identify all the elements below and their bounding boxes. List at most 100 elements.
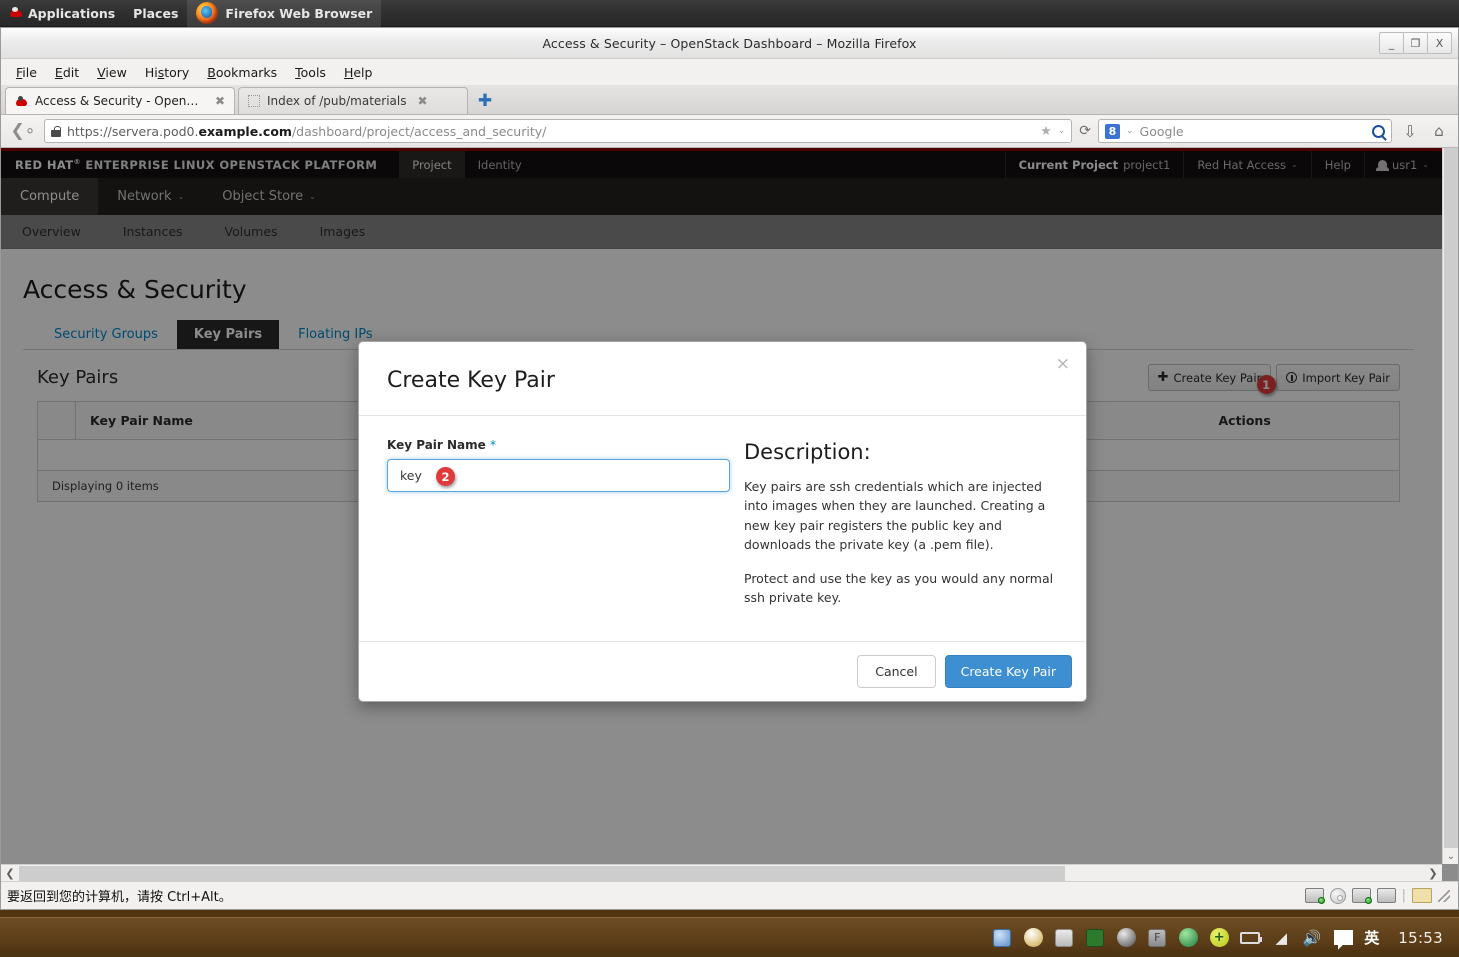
browser-tab-1[interactable]: Index of /pub/materials ✖	[238, 87, 468, 114]
applications-menu-label: Applications	[28, 5, 116, 21]
scroll-left-icon[interactable]: ❮	[1, 867, 19, 880]
modal-header: Create Key Pair ×	[359, 342, 1086, 416]
create-key-pair-submit-button[interactable]: Create Key Pair	[944, 655, 1072, 689]
nvidia-settings-icon[interactable]	[1085, 928, 1105, 948]
modal-title: Create Key Pair	[387, 368, 555, 393]
taskbar-window-firefox[interactable]: Firefox Web Browser	[187, 0, 382, 27]
menu-bar: File Edit View History Bookmarks Tools H…	[1, 59, 1458, 85]
required-asterisk-icon: *	[489, 438, 496, 452]
menu-history[interactable]: History	[136, 63, 198, 82]
browser-tab-1-title: Index of /pub/materials	[267, 94, 407, 108]
desktop-taskbar: F + ◢ 🔊 英 15:53	[0, 917, 1459, 957]
description-paragraph-2: Protect and use the key as you would any…	[744, 570, 1054, 605]
browser-tab-0-title: Access & Security - OpenSt...	[35, 94, 204, 108]
add-plus-icon[interactable]: +	[1209, 928, 1229, 948]
files-app-icon[interactable]	[1054, 928, 1074, 948]
key-pair-name-label: Key Pair Name *	[387, 438, 728, 452]
notes-tray-icon[interactable]	[1412, 888, 1432, 903]
vertical-scrollbar-thumb[interactable]	[1444, 148, 1458, 848]
battery-icon[interactable]	[1240, 928, 1263, 948]
status-tray: |	[1304, 887, 1458, 904]
search-engine-chevron-icon[interactable]: ⌄	[1126, 126, 1134, 136]
scroll-down-icon[interactable]: ⌄	[1443, 848, 1458, 864]
modal-body: Key Pair Name * key 2 Description: Key p…	[359, 416, 1086, 641]
search-input-placeholder[interactable]: Google	[1140, 124, 1184, 139]
search-engine-icon[interactable]: 8	[1105, 123, 1120, 139]
lock-icon	[51, 125, 61, 137]
green-swirl-icon[interactable]	[1178, 928, 1198, 948]
qq-penguin-icon[interactable]	[1023, 928, 1043, 948]
new-tab-button[interactable]: ✚	[472, 88, 498, 114]
chevron-down-icon[interactable]: ⌄	[1058, 126, 1066, 136]
firefox-icon	[196, 2, 219, 24]
maximize-button[interactable]: ❐	[1403, 32, 1428, 54]
f-app-icon[interactable]: F	[1147, 928, 1167, 948]
spiral-app-icon[interactable]	[1116, 928, 1136, 948]
browser-tab-1-close-icon[interactable]: ✖	[418, 94, 428, 108]
redhat-logo-icon	[9, 7, 23, 19]
description-heading: Description:	[744, 440, 871, 464]
applications-menu[interactable]: Applications	[0, 0, 124, 27]
language-indicator[interactable]: 英	[1364, 927, 1379, 948]
window-controls: _ ❐ X	[1379, 32, 1452, 54]
cd-tray-icon[interactable]	[1329, 887, 1346, 904]
minimize-button[interactable]: _	[1379, 32, 1404, 54]
window-title: Access & Security – OpenStack Dashboard …	[542, 35, 917, 51]
page-viewport: RED HAT® ENTERPRISE LINUX OPENSTACK PLAT…	[1, 148, 1458, 881]
menu-view[interactable]: View	[88, 63, 136, 82]
description-paragraph-1: Key pairs are ssh credentials which are …	[744, 479, 1046, 553]
browser-tab-0-close-icon[interactable]: ✖	[215, 94, 225, 108]
search-bar[interactable]: 8 ⌄ Google	[1098, 119, 1392, 143]
disk-tray-icon[interactable]	[1304, 888, 1325, 904]
key-pair-name-input-value: key	[400, 468, 422, 483]
magnifier-icon[interactable]	[1372, 124, 1385, 138]
clock: 15:53	[1398, 928, 1443, 947]
download-icon[interactable]: ⇩	[1399, 122, 1421, 141]
places-menu-label: Places	[133, 5, 179, 21]
input-method-icon[interactable]	[1333, 928, 1353, 948]
back-arrow-icon[interactable]: ❮∘	[9, 119, 37, 143]
menu-bookmarks[interactable]: Bookmarks	[198, 63, 286, 82]
vertical-scrollbar[interactable]: ⌄	[1442, 148, 1458, 864]
annotation-badge-2: 2	[436, 467, 455, 486]
resize-grip-icon[interactable]	[1438, 889, 1450, 902]
home-icon[interactable]: ⌂	[1428, 122, 1450, 140]
url-path: /dashboard/project/access_and_security/	[291, 123, 547, 139]
status-bar-message: 要返回到您的计算机，请按 Ctrl+Alt。	[7, 890, 232, 905]
gnome-top-panel: Applications Places Firefox Web Browser	[0, 0, 1459, 27]
browser-tab-0[interactable]: Access & Security - OpenSt... ✖	[5, 87, 235, 114]
menu-tools[interactable]: Tools	[286, 63, 335, 82]
scroll-right-icon[interactable]: ❯	[1424, 867, 1442, 880]
bookmark-star-icon[interactable]: ★	[1040, 124, 1052, 139]
blank-page-favicon-icon	[248, 95, 260, 107]
modal-description-column: Description: Key pairs are ssh credentia…	[744, 438, 1058, 621]
compass-app-icon[interactable]	[992, 928, 1012, 948]
close-button[interactable]: X	[1427, 32, 1452, 54]
wifi-icon[interactable]: ◢	[1271, 928, 1291, 948]
status-bar: 要返回到您的计算机，请按 Ctrl+Alt。 |	[1, 881, 1458, 909]
horizontal-scrollbar-thumb[interactable]	[19, 865, 1065, 881]
cancel-button[interactable]: Cancel	[857, 655, 936, 689]
network-tray-icon[interactable]	[1351, 888, 1372, 904]
url-host-domain: example.com	[198, 123, 292, 139]
reload-icon[interactable]: ⟳	[1079, 123, 1091, 139]
key-pair-name-input[interactable]: key 2	[387, 459, 730, 492]
tab-strip: Access & Security - OpenSt... ✖ Index of…	[1, 85, 1458, 115]
url-bar[interactable]: https://servera.pod0.example.com/dashboa…	[44, 119, 1073, 143]
firefox-window: Access & Security – OpenStack Dashboard …	[0, 27, 1459, 910]
desktop: Applications Places Firefox Web Browser …	[0, 0, 1459, 957]
camera-tray-icon[interactable]	[1376, 888, 1396, 903]
navigation-toolbar: ❮∘ https://servera.pod0.example.com/dash…	[1, 115, 1458, 148]
window-titlebar: Access & Security – OpenStack Dashboard …	[1, 28, 1458, 59]
taskbar-tray: F + ◢ 🔊 英 15:53	[992, 927, 1459, 948]
menu-edit[interactable]: Edit	[46, 63, 88, 82]
modal-form-column: Key Pair Name * key 2	[373, 438, 730, 621]
horizontal-scrollbar[interactable]: ❮ ❯	[1, 864, 1442, 881]
volume-icon[interactable]: 🔊	[1302, 928, 1322, 948]
places-menu[interactable]: Places	[124, 0, 187, 27]
close-icon[interactable]: ×	[1056, 354, 1070, 374]
modal-footer: Cancel Create Key Pair	[359, 641, 1086, 702]
url-scheme: https://	[67, 123, 112, 139]
menu-help[interactable]: Help	[335, 63, 382, 82]
menu-file[interactable]: File	[7, 63, 46, 82]
